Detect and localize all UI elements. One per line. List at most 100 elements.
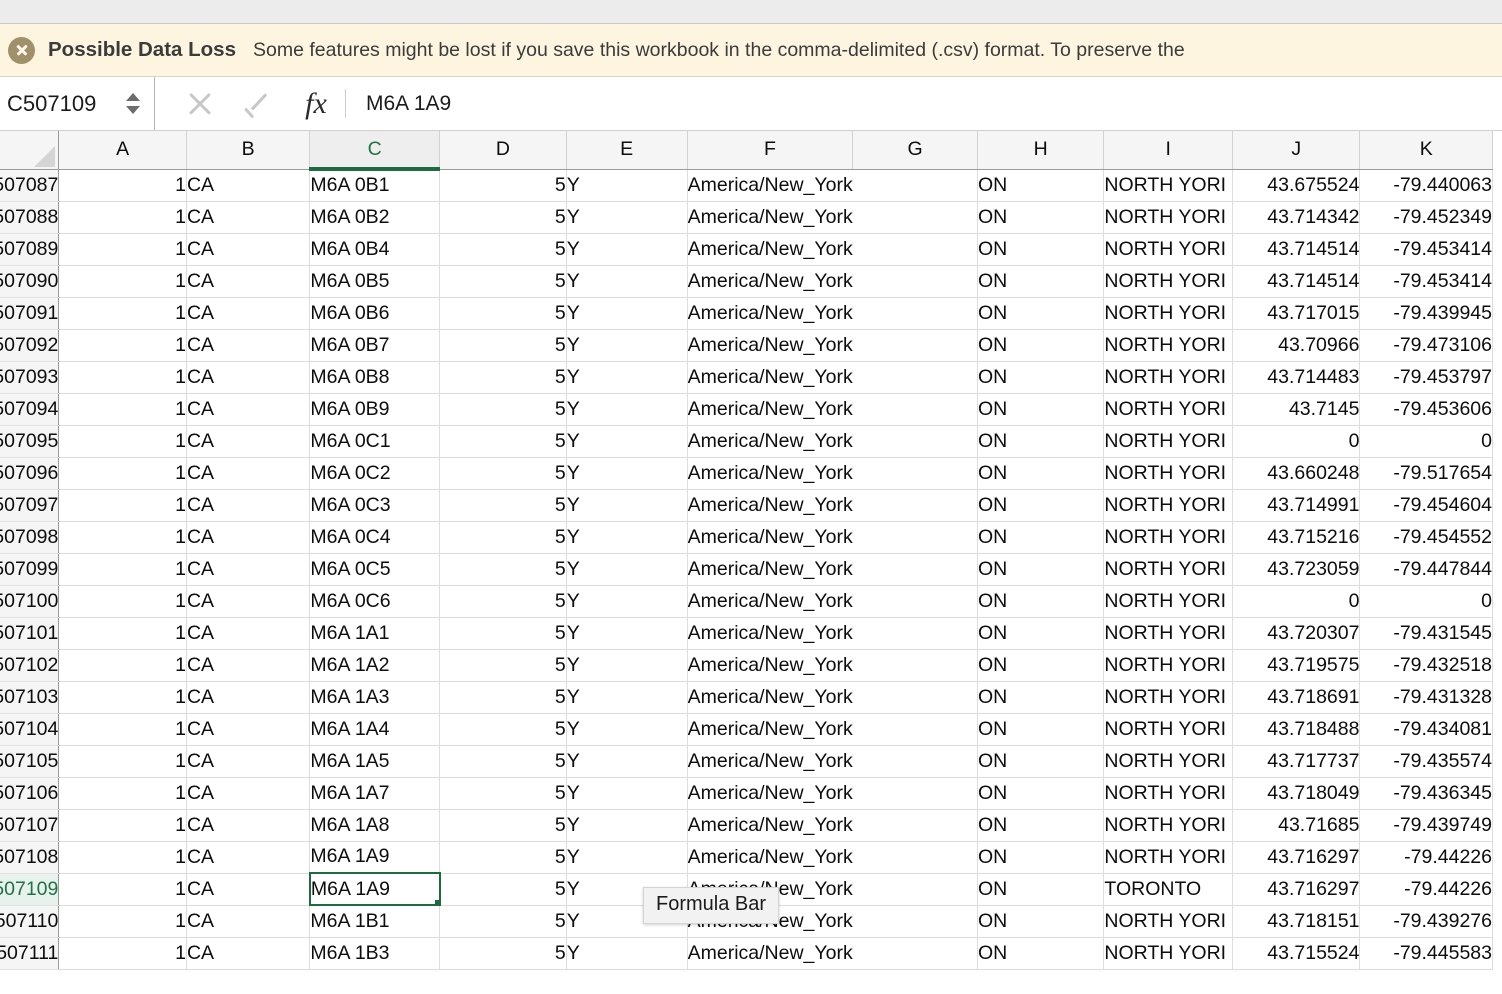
row-header-507109[interactable]: 507109 — [0, 873, 60, 906]
grid-cell-H507104[interactable]: ON — [977, 713, 1105, 746]
column-header-d[interactable]: D — [439, 131, 567, 170]
grid-cell-J507087[interactable]: 43.675524 — [1232, 169, 1361, 202]
grid-cell-F507094[interactable]: America/New_York — [687, 393, 853, 426]
grid-cell-C507103[interactable]: M6A 1A3 — [309, 681, 441, 714]
grid-cell-F507107[interactable]: America/New_York — [687, 809, 853, 842]
insert-function-button[interactable]: fx — [287, 77, 345, 131]
grid-cell-G507104[interactable] — [852, 713, 978, 746]
grid-cell-I507098[interactable]: NORTH YORI — [1103, 521, 1234, 554]
grid-cell-I507105[interactable]: NORTH YORI — [1103, 745, 1234, 778]
grid-cell-B507093[interactable]: CA — [186, 361, 311, 394]
grid-cell-A507090[interactable]: 1 — [58, 265, 187, 298]
grid-cell-H507092[interactable]: ON — [977, 329, 1105, 362]
row-header-507096[interactable]: 507096 — [0, 457, 60, 490]
grid-cell-B507092[interactable]: CA — [186, 329, 311, 362]
grid-cell-K507105[interactable]: -79.435574 — [1359, 745, 1493, 778]
grid-cell-E507091[interactable]: Y — [566, 297, 688, 330]
grid-cell-D507102[interactable]: 5 — [439, 649, 567, 682]
grid-cell-H507089[interactable]: ON — [977, 233, 1105, 266]
row-header-507093[interactable]: 507093 — [0, 361, 60, 394]
grid-cell-A507091[interactable]: 1 — [58, 297, 187, 330]
row-header-507088[interactable]: 507088 — [0, 201, 60, 234]
grid-cell-J507110[interactable]: 43.718151 — [1232, 905, 1361, 938]
row-header-507103[interactable]: 507103 — [0, 681, 60, 714]
grid-cell-H507106[interactable]: ON — [977, 777, 1105, 810]
grid-cell-F507104[interactable]: America/New_York — [687, 713, 853, 746]
grid-cell-J507092[interactable]: 43.70966 — [1232, 329, 1361, 362]
grid-cell-D507105[interactable]: 5 — [439, 745, 567, 778]
grid-cell-I507109[interactable]: TORONTO — [1103, 873, 1234, 906]
grid-cell-A507109[interactable]: 1 — [58, 873, 187, 906]
grid-cell-K507090[interactable]: -79.453414 — [1359, 265, 1493, 298]
grid-cell-G507100[interactable] — [852, 585, 978, 618]
column-header-c[interactable]: C — [309, 131, 441, 171]
grid-cell-D507089[interactable]: 5 — [439, 233, 567, 266]
table-row[interactable]: 5070981CAM6A 0C45YAmerica/New_York ONNORT… — [0, 521, 1493, 554]
grid-table[interactable]: ABCDEFGHIJK 5070871CAM6A 0B15YAmerica/Ne… — [0, 131, 1493, 970]
grid-cell-E507094[interactable]: Y — [566, 393, 688, 426]
grid-cell-H507093[interactable]: ON — [977, 361, 1105, 394]
column-header-b[interactable]: B — [186, 131, 311, 170]
grid-cell-D507100[interactable]: 5 — [439, 585, 567, 618]
grid-cell-H507102[interactable]: ON — [977, 649, 1105, 682]
row-header-507105[interactable]: 507105 — [0, 745, 60, 778]
row-header-507087[interactable]: 507087 — [0, 169, 60, 202]
grid-cell-C507094[interactable]: M6A 0B9 — [309, 393, 441, 426]
grid-cell-E507100[interactable]: Y — [566, 585, 688, 618]
grid-cell-B507090[interactable]: CA — [186, 265, 311, 298]
row-header-507095[interactable]: 507095 — [0, 425, 60, 458]
grid-cell-G507094[interactable] — [852, 393, 978, 426]
grid-cell-C507101[interactable]: M6A 1A1 — [309, 617, 441, 650]
table-row[interactable]: 5070891CAM6A 0B45YAmerica/New_York ONNORT… — [0, 233, 1493, 266]
grid-cell-D507090[interactable]: 5 — [439, 265, 567, 298]
table-row[interactable]: 5070901CAM6A 0B55YAmerica/New_York ONNORT… — [0, 265, 1493, 298]
table-row[interactable]: 5071051CAM6A 1A55YAmerica/New_York ONNORT… — [0, 745, 1493, 778]
grid-cell-E507104[interactable]: Y — [566, 713, 688, 746]
grid-cell-B507109[interactable]: CA — [186, 873, 311, 906]
grid-cell-B507106[interactable]: CA — [186, 777, 311, 810]
grid-cell-J507107[interactable]: 43.71685 — [1232, 809, 1361, 842]
grid-cell-C507088[interactable]: M6A 0B2 — [309, 201, 441, 234]
grid-cell-F507087[interactable]: America/New_York — [687, 169, 853, 202]
grid-cell-K507091[interactable]: -79.439945 — [1359, 297, 1493, 330]
grid-cell-I507111[interactable]: NORTH YORI — [1103, 937, 1234, 970]
table-row[interactable]: 5070931CAM6A 0B85YAmerica/New_York ONNORT… — [0, 361, 1493, 394]
row-header-507091[interactable]: 507091 — [0, 297, 60, 330]
grid-cell-F507106[interactable]: America/New_York — [687, 777, 853, 810]
grid-cell-F507091[interactable]: America/New_York — [687, 297, 853, 330]
grid-cell-I507088[interactable]: NORTH YORI — [1103, 201, 1234, 234]
grid-cell-D507091[interactable]: 5 — [439, 297, 567, 330]
grid-cell-B507091[interactable]: CA — [186, 297, 311, 330]
grid-cell-D507094[interactable]: 5 — [439, 393, 567, 426]
grid-cell-K507102[interactable]: -79.432518 — [1359, 649, 1493, 682]
column-header-a[interactable]: A — [58, 131, 187, 170]
grid-cell-K507101[interactable]: -79.431545 — [1359, 617, 1493, 650]
row-header-507099[interactable]: 507099 — [0, 553, 60, 586]
row-header-507110[interactable]: 507110 — [0, 905, 60, 938]
grid-cell-H507109[interactable]: ON — [977, 873, 1105, 906]
grid-cell-I507091[interactable]: NORTH YORI — [1103, 297, 1234, 330]
grid-cell-K507100[interactable]: 0 — [1359, 585, 1493, 618]
grid-cell-D507109[interactable]: 5 — [439, 873, 567, 906]
grid-cell-K507089[interactable]: -79.453414 — [1359, 233, 1493, 266]
grid-cell-F507105[interactable]: America/New_York — [687, 745, 853, 778]
grid-cell-J507095[interactable]: 0 — [1232, 425, 1361, 458]
grid-cell-A507106[interactable]: 1 — [58, 777, 187, 810]
grid-cell-B507096[interactable]: CA — [186, 457, 311, 490]
row-header-507089[interactable]: 507089 — [0, 233, 60, 266]
grid-cell-K507092[interactable]: -79.473106 — [1359, 329, 1493, 362]
grid-cell-A507102[interactable]: 1 — [58, 649, 187, 682]
grid-cell-B507094[interactable]: CA — [186, 393, 311, 426]
grid-cell-A507107[interactable]: 1 — [58, 809, 187, 842]
grid-cell-J507109[interactable]: 43.716297 — [1232, 873, 1361, 906]
grid-cell-E507087[interactable]: Y — [566, 169, 688, 202]
grid-cell-H507098[interactable]: ON — [977, 521, 1105, 554]
grid-cell-C507098[interactable]: M6A 0C4 — [309, 521, 441, 554]
grid-cell-C507097[interactable]: M6A 0C3 — [309, 489, 441, 522]
grid-cell-B507095[interactable]: CA — [186, 425, 311, 458]
grid-cell-D507088[interactable]: 5 — [439, 201, 567, 234]
grid-cell-G507097[interactable] — [852, 489, 978, 522]
column-header-k[interactable]: K — [1359, 131, 1493, 170]
grid-cell-D507101[interactable]: 5 — [439, 617, 567, 650]
grid-cell-F507092[interactable]: America/New_York — [687, 329, 853, 362]
